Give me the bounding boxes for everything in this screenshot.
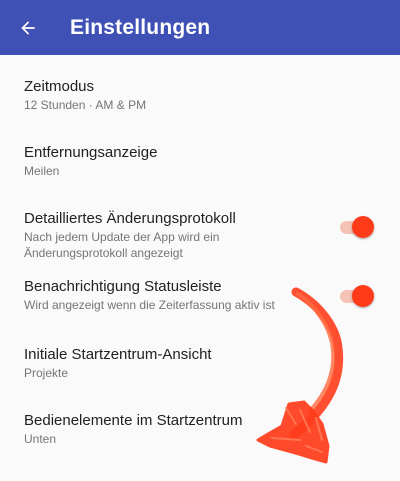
- setting-title: Zeitmodus: [24, 78, 95, 95]
- switch-thumb: [352, 216, 374, 238]
- setting-title: Benachrichtigung Statusleiste: [24, 278, 222, 295]
- setting-value: Projekte: [24, 366, 69, 380]
- setting-value: 12 Stunden · AM & PM: [24, 98, 147, 112]
- setting-time-mode[interactable]: Zeitmodus 12 Stunden · AM & PM: [0, 55, 400, 121]
- setting-detailed-changelog[interactable]: Detailliertes Änderungsprotokoll Nach je…: [0, 187, 400, 265]
- setting-title: Detailliertes Änderungsprotokoll: [24, 210, 236, 227]
- setting-title: Bedienelemente im Startzentrum: [24, 412, 243, 429]
- setting-initial-start-view[interactable]: Initiale Startzentrum-Ansicht Projekte: [0, 331, 400, 397]
- switch-thumb: [352, 285, 374, 307]
- back-button[interactable]: [10, 10, 46, 46]
- setting-description: Wird angezeigt wenn die Zeiterfassung ak…: [24, 298, 275, 312]
- changelog-toggle[interactable]: [338, 216, 374, 238]
- setting-distance-display[interactable]: Entfernungsanzeige Meilen: [0, 121, 400, 187]
- statusbar-notification-toggle[interactable]: [338, 285, 374, 307]
- setting-title: Entfernungsanzeige: [24, 144, 158, 161]
- page-title: Einstellungen: [70, 16, 211, 39]
- setting-title: Initiale Startzentrum-Ansicht: [24, 346, 212, 363]
- setting-value: Meilen: [24, 164, 60, 178]
- settings-list: Zeitmodus 12 Stunden · AM & PM Entfernun…: [0, 55, 400, 463]
- setting-start-controls[interactable]: Bedienelemente im Startzentrum Unten: [0, 397, 400, 463]
- setting-value: Unten: [24, 432, 57, 446]
- app-bar: Einstellungen: [0, 0, 400, 55]
- setting-description: Nach jedem Update der App wird ein: [24, 230, 220, 244]
- setting-statusbar-notification[interactable]: Benachrichtigung Statusleiste Wird angez…: [0, 265, 400, 331]
- arrow-back-icon: [21, 21, 35, 35]
- setting-description: Änderungsprotokoll angezeigt: [24, 246, 183, 260]
